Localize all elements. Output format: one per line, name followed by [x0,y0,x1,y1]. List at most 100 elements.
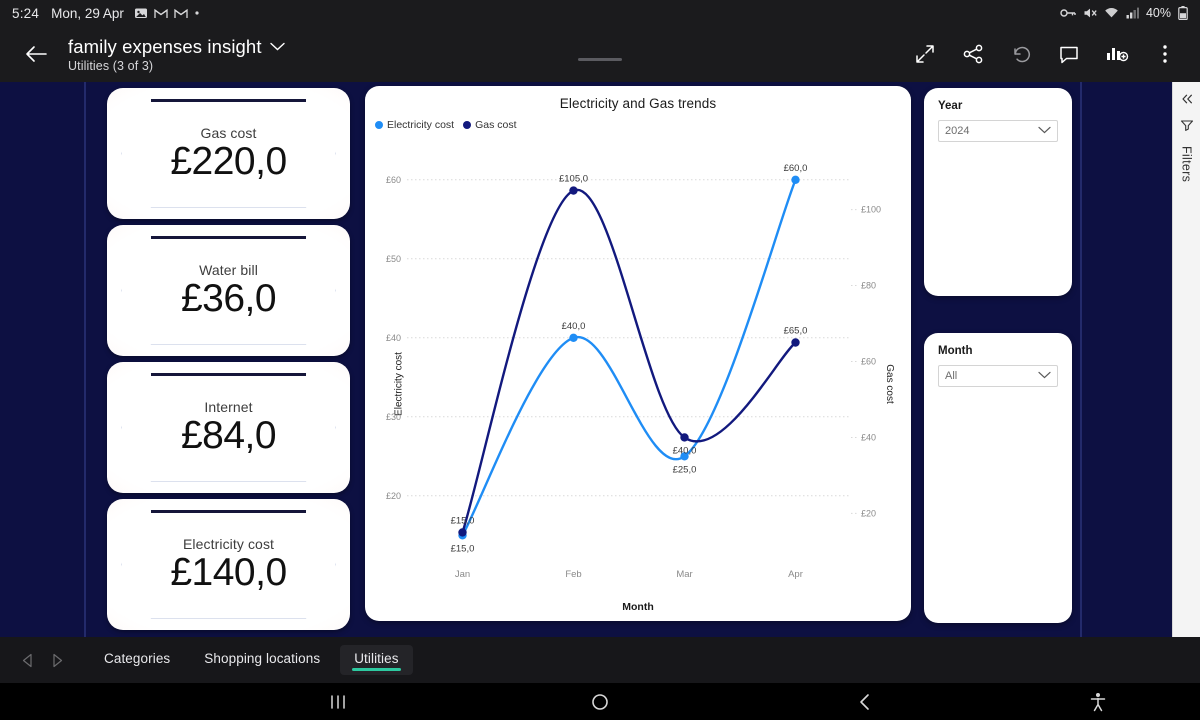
kpi-card-electricity-cost[interactable]: Electricity cost £140,0 [107,499,350,630]
svg-text:£20: £20 [861,508,876,518]
filters-label: Filters [1179,146,1194,183]
back-icon[interactable] [845,683,885,720]
kpi-label: Internet [204,398,253,415]
kpi-card-water-bill[interactable]: Water bill £36,0 [107,225,350,356]
month-dropdown[interactable]: All [938,365,1058,387]
fullscreen-icon[interactable] [912,41,938,67]
signal-icon [1126,7,1139,19]
status-system-icons: 40% [1060,6,1188,20]
page-tabs: Categories Shopping locations Utilities [90,645,413,675]
more-icon[interactable] [1152,41,1178,67]
kpi-label: Gas cost [200,124,257,141]
prev-page-arrow[interactable] [12,645,42,675]
android-nav-bar [0,683,1200,720]
kpi-value: £84,0 [180,413,277,457]
slicer-title: Month [938,345,973,357]
tab-label: Utilities [354,651,399,666]
window-grabber[interactable] [578,58,622,61]
kpi-octagon: Internet £84,0 [121,373,336,482]
legend-label: Gas cost [475,119,517,131]
svg-text:£60: £60 [861,357,876,367]
kpi-card-gas-cost[interactable]: Gas cost £220,0 [107,88,350,219]
legend-swatch-icon [463,121,472,129]
year-dropdown[interactable]: 2024 [938,120,1058,142]
svg-text:£40,0: £40,0 [673,445,697,456]
insights-icon[interactable] [1104,41,1130,67]
tab-shopping-locations[interactable]: Shopping locations [190,645,334,675]
svg-text:£65,0: £65,0 [784,326,808,337]
kpi-value: £140,0 [170,550,287,594]
title-row[interactable]: family expenses insight [68,36,285,58]
home-icon[interactable] [580,683,620,720]
svg-text:£15,0: £15,0 [451,515,475,526]
kpi-label: Electricity cost [182,535,275,552]
share-icon[interactable] [960,41,986,67]
kpi-octagon: Electricity cost £140,0 [121,510,336,619]
svg-text:£40: £40 [386,333,401,343]
kpi-label: Water bill [199,261,258,278]
status-date: Mon, 29 Apr [51,5,124,21]
kpi-card-column: Gas cost £220,0 Water bill £36,0 Interne… [107,88,350,630]
accessibility-icon[interactable] [1078,683,1118,720]
recents-icon[interactable] [318,683,358,720]
kpi-value: £220,0 [170,139,287,183]
slicer-month[interactable]: Month All [924,333,1072,623]
report-subtitle: Utilities (3 of 3) [68,58,154,73]
kpi-octagon: Water bill £36,0 [121,236,336,345]
mute-icon [1083,7,1097,19]
kpi-octagon: Gas cost £220,0 [121,99,336,208]
chevron-down-icon [1038,370,1051,382]
gmail-icon [174,8,188,19]
svg-text:£30: £30 [386,412,401,422]
kpi-value: £36,0 [180,276,277,320]
comment-icon[interactable] [1056,41,1082,67]
slicer-title: Year [938,100,963,112]
app-bar: family expenses insight Utilities (3 of … [0,26,1200,82]
chart-title: Electricity and Gas trends [559,96,717,111]
wifi-icon [1104,7,1119,19]
title-block: family expenses insight Utilities (3 of … [68,36,285,73]
vpn-key-icon [1060,8,1076,18]
canvas-right-edge [1080,82,1082,637]
line-chart-card[interactable]: Electricity and Gas trends Electricity c… [365,86,911,621]
svg-text:£60,0: £60,0 [784,163,808,174]
legend-item-electricity-cost[interactable]: Electricity cost [375,119,454,131]
filter-icon[interactable] [1180,118,1194,136]
dot-icon [194,10,200,16]
tab-categories[interactable]: Categories [90,645,184,675]
svg-text:£40: £40 [861,432,876,442]
next-page-arrow[interactable] [42,645,72,675]
chart-svg: £20 £30 £40 £50 £60 £20 £40 £60 £80 £100 Jan Feb Mar… [386,163,881,580]
tab-utilities[interactable]: Utilities [340,645,413,675]
tab-label: Categories [104,651,171,666]
app-bar-actions [912,41,1184,67]
kpi-card-internet[interactable]: Internet £84,0 [107,362,350,493]
legend-swatch-icon [375,121,383,129]
chevron-down-icon [1038,125,1051,137]
undo-icon[interactable] [1008,41,1034,67]
svg-text:£15,0: £15,0 [451,543,475,554]
status-bar: 5:24 Mon, 29 Apr 40% [0,0,1200,26]
svg-text:£100: £100 [861,205,881,215]
battery-icon [1178,6,1188,20]
report-title: family expenses insight [68,35,262,57]
status-notification-icons [134,6,200,20]
chart-plot-area: Electricity cost Gas cost Month £20 £30 £4… [365,146,911,621]
tab-label: Shopping locations [204,651,321,666]
month-dropdown-value: All [945,370,958,382]
status-time: 5:24 [12,5,40,21]
gmail-icon [154,8,168,19]
svg-text:£25,0: £25,0 [673,464,697,475]
legend-item-gas-cost[interactable]: Gas cost [463,119,517,131]
svg-text:Mar: Mar [676,569,692,580]
filters-rail[interactable]: Filters [1172,82,1200,637]
page-tab-bar: Categories Shopping locations Utilities [0,637,1200,683]
svg-text:£60: £60 [386,175,401,185]
year-dropdown-value: 2024 [945,125,970,137]
svg-text:Jan: Jan [455,569,470,580]
chevron-down-icon[interactable] [269,38,285,56]
svg-text:£105,0: £105,0 [559,174,588,185]
back-button[interactable] [16,34,56,74]
chevron-double-left-icon[interactable] [1180,92,1194,110]
slicer-year[interactable]: Year 2024 [924,88,1072,296]
